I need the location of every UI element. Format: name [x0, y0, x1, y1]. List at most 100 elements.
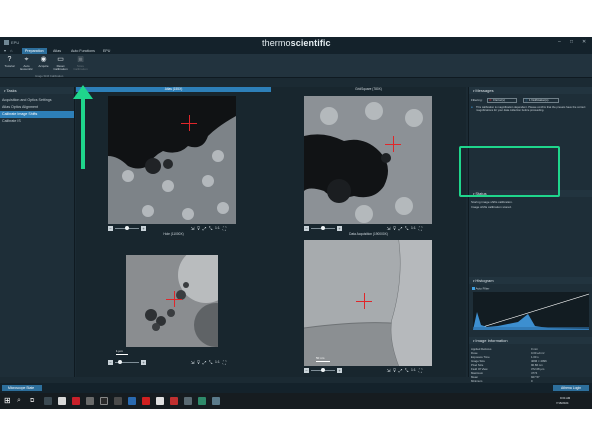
app-icon-terminal[interactable] [114, 397, 122, 405]
fit-icon[interactable]: ⤢ [202, 360, 207, 365]
zoom-in-button[interactable]: + [141, 360, 146, 365]
annotation-arrow [73, 85, 93, 169]
app-icon-grey[interactable] [86, 397, 94, 405]
app-menu-icon[interactable]: ▾ [4, 48, 6, 53]
task-view-icon[interactable]: ⧉ [30, 397, 38, 405]
zoom-ratio[interactable]: 1:1 [411, 368, 416, 373]
store-calibration-button[interactable]: ▣ Store Calibration [72, 56, 89, 75]
zoom-slider-knob[interactable] [321, 226, 325, 230]
epu-taskbar-icon[interactable] [212, 397, 220, 405]
tool-icon[interactable]: ⇲ [190, 360, 195, 365]
acquire-button[interactable]: ◉ Acquire [35, 56, 52, 75]
close-icon[interactable]: ✕ [582, 39, 586, 45]
fullscreen-icon[interactable]: ⛶ [222, 360, 227, 365]
zoom-slider-knob[interactable] [118, 360, 122, 364]
zoom-out-button[interactable]: − [304, 368, 309, 373]
gridsquare-pane[interactable]: GridSquare (780X) − + ⇲ ⊽ ⤢ ⤡ 1:1 ⛶ [271, 87, 466, 232]
athena-login-button[interactable]: Athena Login [553, 385, 589, 391]
expand-icon[interactable]: ⤡ [208, 226, 213, 231]
save-icon: ▣ [77, 56, 84, 63]
reset-calibration-button[interactable]: ▭ Reset Calibration [52, 56, 69, 75]
auto-eucentric-button[interactable]: ⌖ Auto Eucentric [18, 56, 35, 75]
atlas-pane[interactable]: Atlas (155X) − + ⇲ ⊽ ⤢ ⤡ 1:1 ⛶ [76, 87, 271, 232]
auto-filter-checkbox[interactable]: Auto Filter [472, 286, 489, 291]
filter-icon[interactable]: ⊽ [196, 226, 201, 231]
zoom-out-button[interactable]: − [304, 226, 309, 231]
task-acquisition-optics[interactable]: Acquisition and Optics Settings [0, 97, 74, 104]
histogram-plot[interactable] [473, 292, 589, 330]
tutorial-button[interactable]: ? Tutorial [1, 56, 18, 75]
app-icon-light[interactable] [156, 397, 164, 405]
filter-icon[interactable]: ⊽ [392, 226, 397, 231]
gridsquare-image[interactable] [304, 96, 432, 224]
fit-icon[interactable]: ⤢ [398, 226, 403, 231]
fullscreen-icon[interactable]: ⛶ [222, 226, 227, 231]
zoom-out-button[interactable]: − [108, 360, 113, 365]
histogram-header[interactable]: ▾ Histogram [469, 277, 592, 284]
fullscreen-icon[interactable]: ⛶ [418, 226, 423, 231]
app-icon-red-2[interactable] [142, 397, 150, 405]
data-acquisition-scale-label: 50 nm [316, 356, 325, 360]
errors-filter[interactable]: ⊘ 0 Error(s) [487, 98, 517, 103]
fit-icon[interactable]: ⤢ [398, 368, 403, 373]
messages-header-label: Messages [475, 88, 494, 93]
task-atlas-optics-alignment[interactable]: Atlas Optics Alignment [0, 104, 74, 111]
zoom-in-button[interactable]: + [141, 226, 146, 231]
minimize-icon[interactable]: – [558, 39, 561, 45]
crosshair-vertical [174, 291, 175, 307]
app-icon-doc[interactable] [58, 397, 66, 405]
data-acquisition-pane[interactable]: Data Acquisition (190000X) 50 nm − + ⇲ ⊽… [271, 232, 466, 377]
zoom-slider-knob[interactable] [125, 226, 129, 230]
maximize-icon[interactable]: □ [570, 39, 573, 45]
zoom-out-button[interactable]: − [108, 226, 113, 231]
expand-icon[interactable]: ⤡ [404, 226, 409, 231]
tool-icon[interactable]: ⇲ [386, 226, 391, 231]
filter-icon[interactable]: ⊽ [196, 360, 201, 365]
acquire-label: Acquire [38, 64, 49, 68]
zoom-slider-knob[interactable] [321, 368, 325, 372]
atlas-image-graphic [108, 96, 236, 224]
tool-icon[interactable]: ⇲ [190, 226, 195, 231]
expand-icon[interactable]: ⤡ [404, 368, 409, 373]
search-icon[interactable]: ⌕ [17, 397, 25, 405]
app-icon-green[interactable] [198, 397, 206, 405]
app-icon-blue[interactable] [128, 397, 136, 405]
data-acquisition-pane-title: Data Acquisition (190000X) [349, 232, 388, 236]
app-icon-slate[interactable] [184, 397, 192, 405]
home-icon[interactable]: ⌂ [10, 48, 12, 53]
tool-icon[interactable]: ⇲ [386, 368, 391, 373]
brand-thermo: thermo [262, 38, 291, 48]
fit-icon[interactable]: ⤢ [202, 226, 207, 231]
filter-icon[interactable]: ⊽ [392, 368, 397, 373]
fullscreen-icon[interactable]: ⛶ [418, 368, 423, 373]
zoom-in-button[interactable]: + [337, 226, 342, 231]
zoom-in-button[interactable]: + [337, 368, 342, 373]
atlas-pane-toolbar: − + ⇲ ⊽ ⤢ ⤡ 1:1 ⛶ [108, 225, 278, 232]
task-calibrate-is[interactable]: Calibrate IS [0, 118, 74, 125]
task-calibrate-image-shifts[interactable]: Calibrate Image Shifts [0, 111, 74, 118]
taskbar-time: 9:04 AM [560, 396, 571, 400]
app-icon-dark[interactable] [100, 397, 108, 405]
hole-pane[interactable]: Hole (11000X) 1 µm − + ⇲ ⊽ ⤢ ⤡ 1:1 ⛶ [76, 232, 271, 377]
microscope-state-button[interactable]: Microscope State [2, 385, 42, 391]
messages-header[interactable]: ▾ Messages [469, 87, 592, 94]
atlas-image[interactable] [108, 96, 236, 224]
expand-icon[interactable]: ⤡ [208, 360, 213, 365]
windows-start-icon[interactable]: ⊞ [4, 397, 12, 405]
zoom-ratio[interactable]: 1:1 [215, 226, 220, 231]
hole-image[interactable] [126, 255, 218, 347]
zoom-ratio[interactable]: 1:1 [215, 360, 220, 365]
app-icon-red[interactable] [72, 397, 80, 405]
notifications-filter[interactable]: ⓘ 1 Notification(s) [523, 98, 559, 103]
data-acquisition-image[interactable] [304, 240, 432, 366]
eucentric-icon: ⌖ [24, 56, 29, 63]
histogram-header-label: Histogram [475, 278, 494, 283]
image-information-header[interactable]: ▾ Image Information [469, 337, 592, 344]
app-icon-red-3[interactable] [170, 397, 178, 405]
crosshair-vertical [393, 136, 394, 152]
file-explorer-icon[interactable] [44, 397, 52, 405]
zoom-ratio[interactable]: 1:1 [411, 226, 416, 231]
hole-scale-label: 1 µm [116, 349, 123, 353]
crosshair-vertical [189, 115, 190, 131]
status-bar: Microscope State Athena Login [0, 383, 592, 393]
